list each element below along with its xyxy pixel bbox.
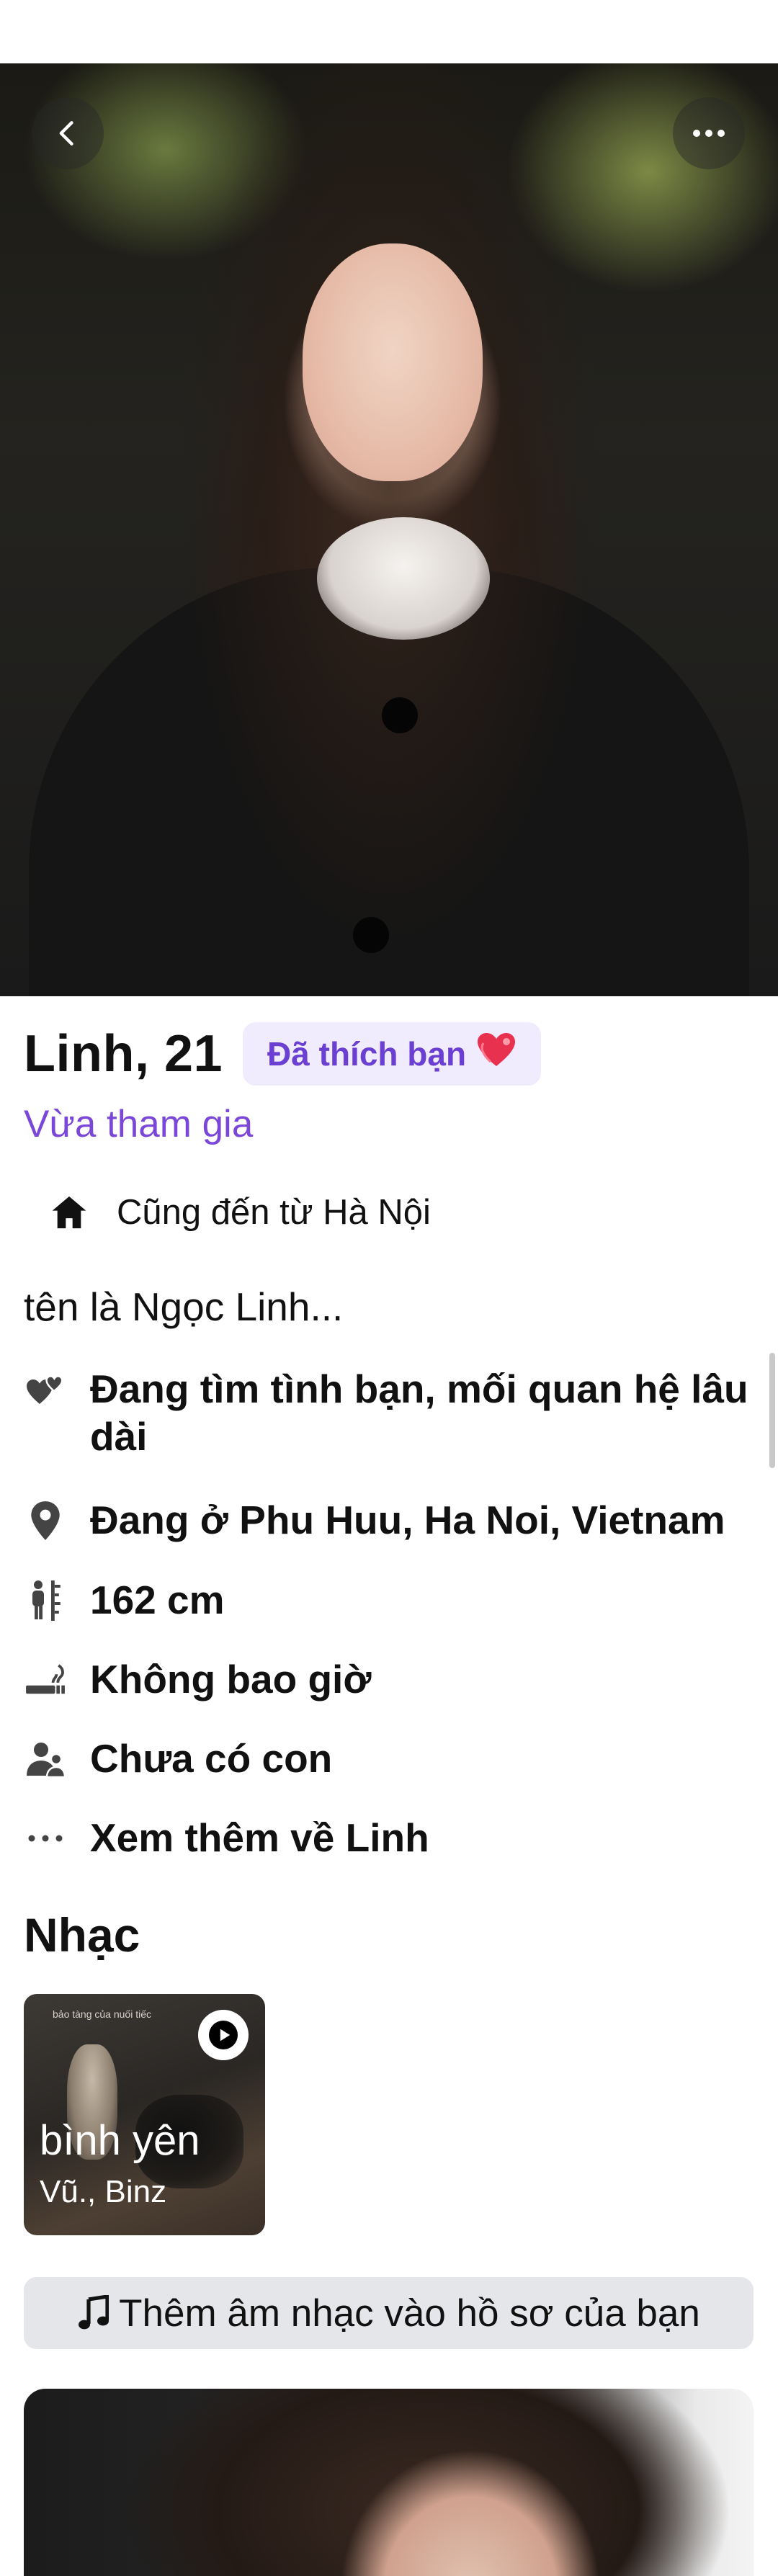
- detail-text: 162 cm: [90, 1578, 225, 1622]
- play-button[interactable]: [198, 2010, 249, 2060]
- song-artist: Vũ., Binz: [40, 2174, 167, 2209]
- joined-status: Vừa tham gia: [24, 1103, 254, 1145]
- detail-text: Không bao giờ: [90, 1657, 372, 1701]
- name-row: Linh, 21 Đã thích bạn: [24, 1021, 542, 1086]
- hearts-icon: [24, 1368, 67, 1411]
- play-icon: [209, 2021, 238, 2049]
- photo-face: [303, 243, 483, 481]
- music-card[interactable]: bảo tàng của nuối tiếc bình yên Vũ., Bin…: [24, 1994, 265, 2235]
- children-icon: [24, 1738, 67, 1781]
- hometown-row: Cũng đến từ Hà Nội: [49, 1192, 431, 1233]
- heart-icon: [476, 1032, 517, 1077]
- profile-photo[interactable]: [0, 63, 778, 996]
- add-music-label: Thêm âm nhạc vào hồ sơ của bạn: [119, 2291, 700, 2335]
- see-more-about-button[interactable]: Xem thêm về Linh: [24, 1814, 767, 1861]
- detail-height: 162 cm: [24, 1576, 767, 1624]
- photo-button-detail: [382, 697, 418, 733]
- liked-you-badge: Đã thích bạn: [243, 1022, 542, 1086]
- smoking-icon: [24, 1658, 67, 1701]
- detail-looking-for: Đang tìm tình bạn, mối quan hệ lâu dài: [24, 1365, 767, 1460]
- add-music-button[interactable]: Thêm âm nhạc vào hồ sơ của bạn: [24, 2277, 754, 2349]
- profile-name-age: Linh, 21: [24, 1025, 223, 1083]
- song-title: bình yên: [40, 2117, 200, 2164]
- detail-children: Chưa có con: [24, 1735, 767, 1782]
- hometown-text: Cũng đến từ Hà Nội: [117, 1193, 431, 1232]
- height-ruler-icon: [24, 1579, 67, 1622]
- photo-button-detail: [353, 917, 389, 953]
- detail-text: Đang tìm tình bạn, mối quan hệ lâu dài: [90, 1367, 748, 1459]
- detail-location: Đang ở Phu Huu, Ha Noi, Vietnam: [24, 1496, 767, 1544]
- chevron-left-icon: [59, 121, 73, 146]
- profile-photo-2[interactable]: [24, 2389, 754, 2576]
- back-button[interactable]: [32, 97, 104, 169]
- detail-text: Chưa có con: [90, 1736, 333, 1781]
- dots-icon: [24, 1817, 67, 1860]
- photo-collar: [317, 517, 490, 640]
- scrollbar[interactable]: [769, 1353, 775, 1468]
- detail-text: Đang ở Phu Huu, Ha Noi, Vietnam: [90, 1498, 725, 1542]
- see-more-label: Xem thêm về Linh: [90, 1815, 429, 1860]
- liked-badge-label: Đã thích bạn: [267, 1035, 467, 1073]
- more-horizontal-icon: [693, 130, 725, 137]
- music-note-icon: [79, 2295, 109, 2330]
- more-options-button[interactable]: [673, 97, 745, 169]
- bio-text: tên là Ngọc Linh...: [24, 1284, 344, 1329]
- location-pin-icon: [24, 1499, 67, 1542]
- music-section-title: Nhạc: [24, 1908, 140, 1962]
- home-icon: [52, 1196, 86, 1229]
- detail-smoking: Không bao giờ: [24, 1655, 767, 1703]
- album-cover-text: bảo tàng của nuối tiếc: [53, 2008, 151, 2020]
